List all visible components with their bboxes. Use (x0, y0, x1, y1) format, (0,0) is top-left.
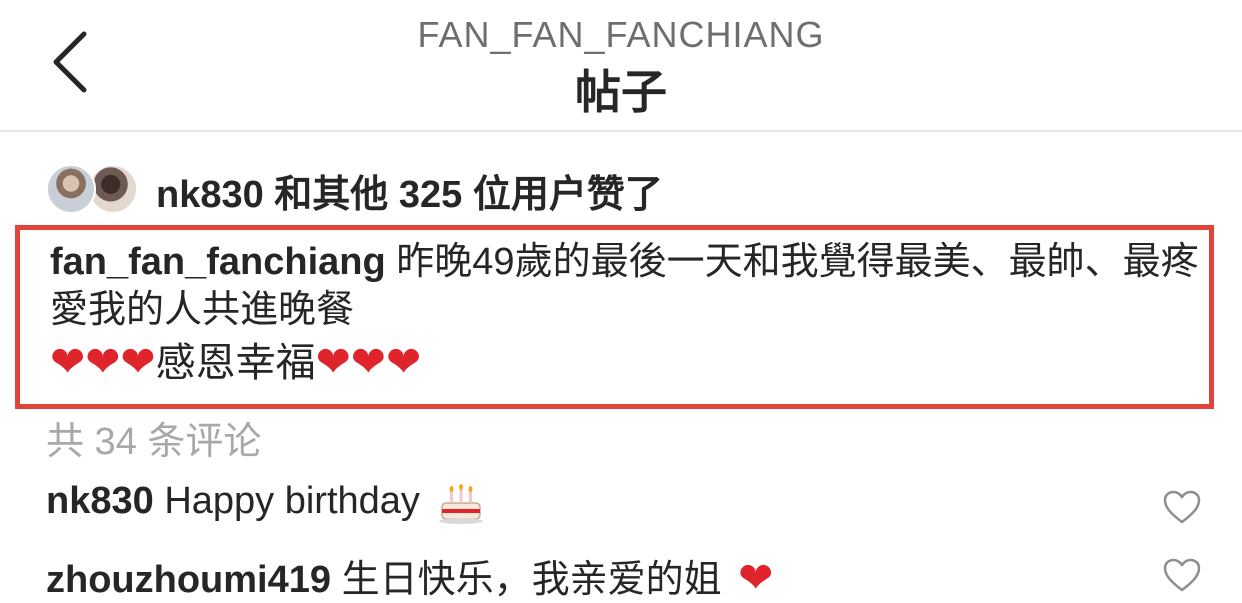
view-comments-link[interactable]: 共 34 条评论 (46, 410, 261, 465)
heart-emoji-group: ❤❤❤ (50, 338, 156, 385)
avatar (46, 164, 96, 214)
comment-item: nk830 Happy birthday (46, 480, 1146, 525)
birthday-cake-icon (436, 481, 486, 525)
likes-summary[interactable]: nk830 和其他 325 位用户赞了 (156, 163, 663, 218)
heart-emoji-group: ❤❤❤ (315, 338, 422, 385)
comment-like-button[interactable] (1162, 489, 1202, 525)
caption-highlight-box: fan_fan_fanchiang 昨晚49歲的最後一天和我覺得最美、最帥、最疼… (15, 225, 1214, 409)
comment-username[interactable]: nk830 (46, 480, 154, 522)
comment-text: 生日快乐，我亲爱的姐 (341, 559, 722, 601)
heart-outline-icon (1163, 490, 1201, 524)
header-username[interactable]: FAN_FAN_FANCHIANG (0, 14, 1242, 56)
caption-line-2: ❤❤❤感恩幸福❤❤❤ (50, 336, 1200, 389)
post-caption: fan_fan_fanchiang 昨晚49歲的最後一天和我覺得最美、最帥、最疼… (50, 238, 1200, 389)
caption-username[interactable]: fan_fan_fanchiang (50, 241, 386, 283)
heart-outline-icon (1163, 558, 1201, 592)
likes-row[interactable]: nk830 和其他 325 位用户赞了 (46, 160, 663, 220)
top-bar: FAN_FAN_FANCHIANG 帖子 (0, 0, 1242, 132)
caption-gratitude-text: 感恩幸福 (155, 341, 316, 385)
comment-username[interactable]: zhouzhoumi419 (46, 559, 331, 601)
comment-text: Happy birthday (164, 480, 420, 522)
comment-item: zhouzhoumi419 生日快乐，我亲爱的姐 ❤ (46, 548, 1146, 603)
comment-like-button[interactable] (1162, 557, 1202, 593)
page-title: 帖子 (575, 66, 667, 118)
liker-avatars (46, 162, 144, 218)
